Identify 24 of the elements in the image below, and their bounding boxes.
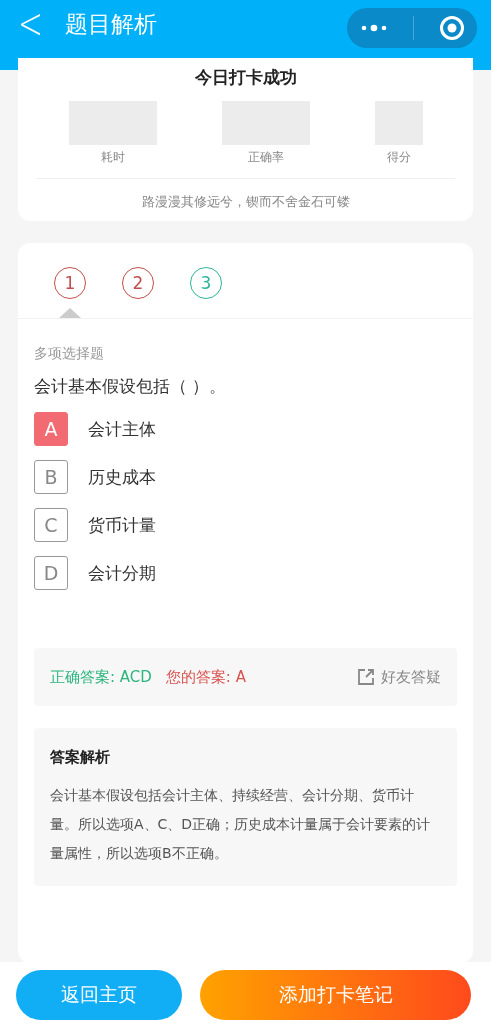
question-text: 会计基本假设包括（ ）。 — [34, 375, 228, 398]
option-letter[interactable]: B — [34, 460, 68, 494]
question-type: 多项选择题 — [34, 345, 105, 363]
option-text[interactable]: 会计主体 — [88, 417, 156, 441]
stat-label: 正确率 — [247, 149, 284, 166]
add-note-button[interactable]: 添加打卡笔记 — [200, 970, 471, 1020]
option-letter[interactable]: A — [34, 412, 68, 446]
ask-friend-link[interactable]: 好友答疑 — [357, 667, 441, 687]
back-button[interactable]: < — [18, 0, 44, 50]
option-text[interactable]: 货币计量 — [88, 513, 156, 537]
stat-label: 耗时 — [100, 149, 125, 166]
option-letter[interactable]: D — [34, 556, 68, 590]
home-button[interactable]: 返回主页 — [16, 970, 182, 1020]
explanation-title: 答案解析 — [50, 748, 111, 767]
stat-label: 得分 — [386, 149, 411, 166]
option-letter[interactable]: C — [34, 508, 68, 542]
option-text[interactable]: 历史成本 — [88, 465, 156, 489]
page-title: 题目解析 — [65, 10, 158, 39]
summary-title: 今日打卡成功 — [193, 66, 298, 89]
option-text[interactable]: 会计分期 — [88, 561, 156, 585]
explanation-text: 会计基本假设包括会计主体、持续经营、会计分期、货币计量。所以选项A、C、D正确；历史成本计量属于会计要素的计量属性，所以选项B不正确。 — [50, 786, 432, 863]
your-answer: 您的答案: A — [165, 667, 246, 687]
correct-answer: 正确答案: ACD — [50, 667, 152, 687]
motto-text: 路漫漫其修远兮，锲而不舍金石可镂 — [140, 193, 351, 211]
